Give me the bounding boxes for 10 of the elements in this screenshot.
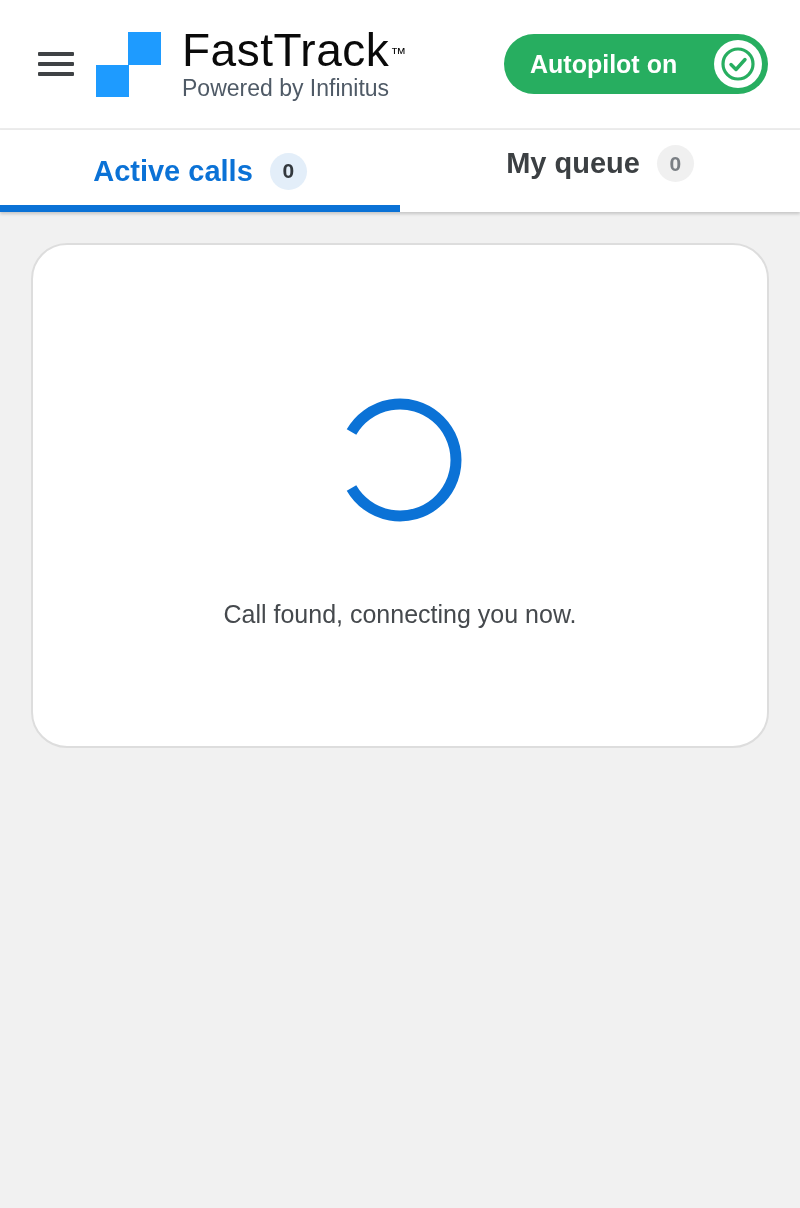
brand-name: FastTrack$^{™}$ xyxy=(182,27,407,73)
check-circle-icon xyxy=(714,40,762,88)
brand-tagline: Powered by Infinitus xyxy=(182,75,391,101)
count-badge: 0 xyxy=(269,152,307,190)
tab[interactable]: My queue 0 xyxy=(400,130,800,212)
logo-icon xyxy=(96,31,161,97)
status-message: Call found, connecting you now. xyxy=(223,599,577,630)
tab[interactable]: Active calls 0 xyxy=(0,130,400,212)
count-badge: 0 xyxy=(656,145,694,182)
menu-button[interactable] xyxy=(38,52,74,76)
